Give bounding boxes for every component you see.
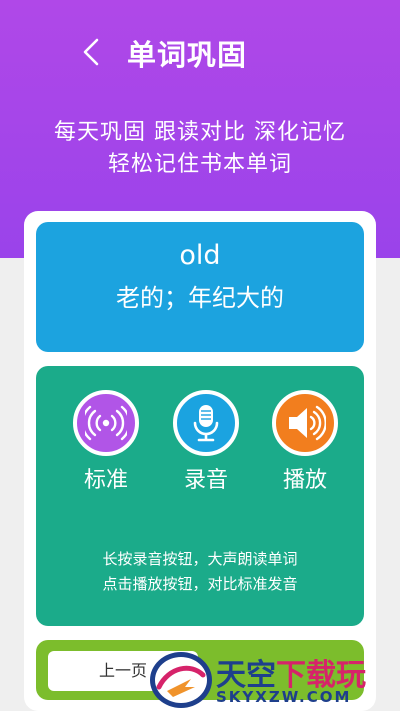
word-text: old <box>179 240 221 271</box>
back-button[interactable] <box>76 36 106 68</box>
tip-line-2: 点击播放按钮，对比标准发音 <box>102 575 298 593</box>
chevron-left-icon <box>83 38 99 66</box>
nav-bar: 单词巩固 <box>0 28 400 76</box>
standard-audio-label: 标准 <box>83 468 128 493</box>
standard-audio-button[interactable]: 标准 <box>66 390 146 494</box>
record-circle <box>173 390 239 456</box>
slogan-line-1: 每天巩固 跟读对比 深化记忆 <box>54 120 346 145</box>
standard-audio-circle <box>73 390 139 456</box>
word-panel: old 老的；年纪大的 <box>36 222 364 352</box>
play-label: 播放 <box>282 468 327 493</box>
tip-line-1: 长按录音按钮，大声朗读单词 <box>102 550 298 568</box>
record-label: 录音 <box>183 468 228 493</box>
page-title: 单词巩固 <box>127 38 248 72</box>
watermark-logo-icon <box>150 652 212 708</box>
play-button[interactable]: 播放 <box>265 390 345 494</box>
watermark: 天空下载玩 SKYXZW.COM <box>150 650 400 711</box>
slogan-line-2: 轻松记住书本单词 <box>107 152 292 177</box>
audio-panel: 标准 录音 播放 长按录音按钮，大声朗读单词 点击播放按钮，对比标准发音 <box>36 366 364 626</box>
speaker-icon <box>289 405 326 441</box>
microphone-icon <box>193 405 219 442</box>
record-button[interactable]: 录音 <box>166 390 246 494</box>
word-meaning: 老的；年纪大的 <box>116 284 284 312</box>
play-circle <box>272 390 338 456</box>
sound-wave-icon <box>85 405 127 441</box>
watermark-url: SKYXZW.COM <box>216 688 352 706</box>
